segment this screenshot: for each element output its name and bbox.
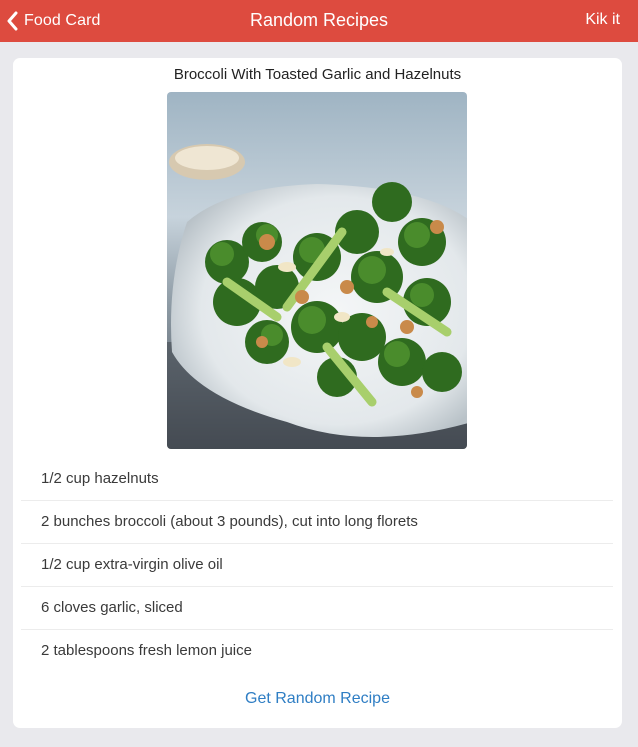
- ingredient-item: 1/2 cup hazelnuts: [21, 458, 613, 501]
- kik-it-button[interactable]: Kik it: [585, 0, 620, 42]
- get-random-recipe-button[interactable]: Get Random Recipe: [13, 690, 622, 708]
- chevron-left-icon: [6, 11, 18, 31]
- ingredient-item: 2 tablespoons fresh lemon juice: [41, 642, 252, 659]
- ingredient-item: 1/2 cup extra-virgin olive oil: [21, 544, 613, 587]
- recipe-photo: [167, 92, 467, 449]
- ingredient-item: 6 cloves garlic, sliced: [21, 587, 613, 630]
- ingredient-list: 1/2 cup hazelnuts 2 bunches broccoli (ab…: [21, 458, 613, 673]
- recipe-card: Broccoli With Toasted Garlic and Hazelnu…: [13, 58, 622, 728]
- back-button[interactable]: Food Card: [6, 0, 101, 42]
- recipe-title: Broccoli With Toasted Garlic and Hazelnu…: [173, 66, 462, 83]
- ingredient-item: 2 bunches broccoli (about 3 pounds), cut…: [21, 501, 613, 544]
- top-nav-bar: Food Card Random Recipes Kik it: [0, 0, 638, 42]
- back-button-label: Food Card: [24, 12, 101, 29]
